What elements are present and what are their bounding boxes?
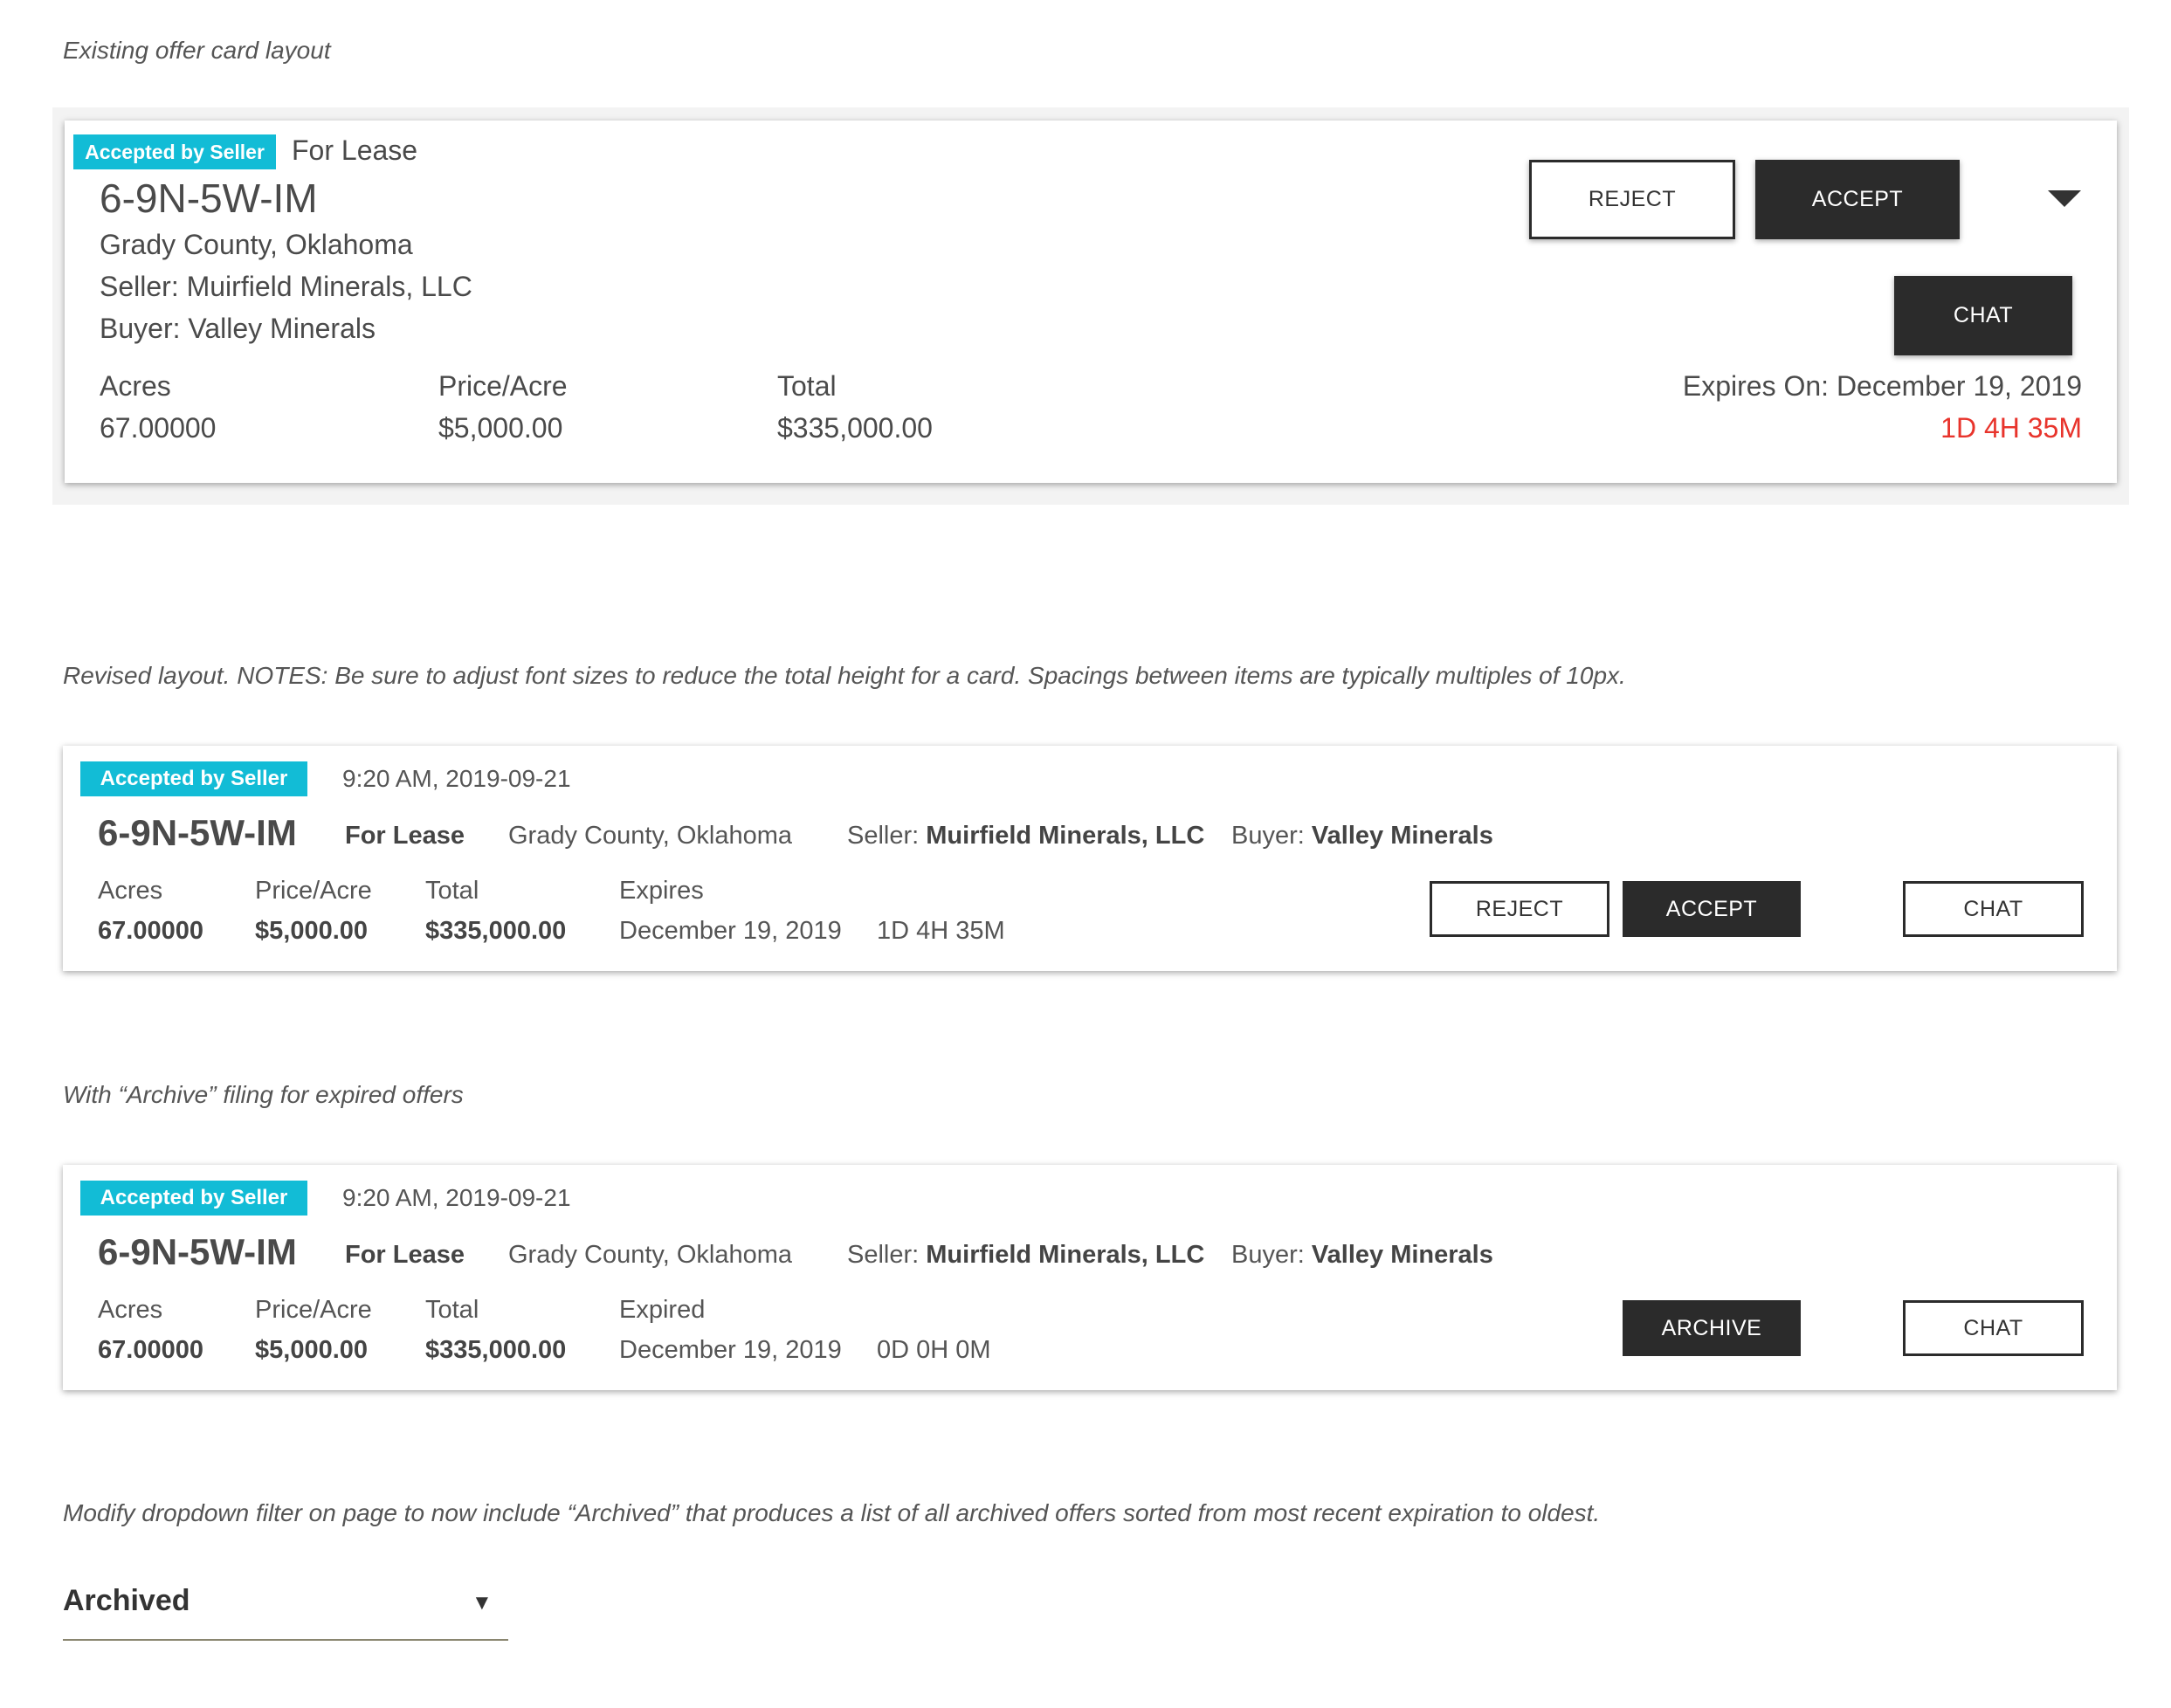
chevron-down-icon: ▼ xyxy=(472,1591,493,1615)
price-value: $5,000.00 xyxy=(255,917,369,945)
buyer-value: Valley Minerals xyxy=(1311,822,1493,850)
price-label: Price/Acre xyxy=(438,370,568,402)
total-value: $335,000.00 xyxy=(777,412,933,444)
note-dropdown: Modify dropdown filter on page to now in… xyxy=(63,1499,1601,1526)
note-revised-layout: Revised layout. NOTES: Be sure to adjust… xyxy=(63,662,1626,689)
accept-button[interactable]: ACCEPT xyxy=(1755,160,1960,239)
seller-value: Muirfield Minerals, LLC xyxy=(926,822,1205,850)
note-archive: With “Archive” filing for expired offers xyxy=(63,1081,464,1108)
countdown: 1D 4H 35M xyxy=(877,917,1005,945)
offer-type: For Lease xyxy=(292,134,418,166)
accept-button[interactable]: ACCEPT xyxy=(1623,881,1801,937)
dropdown-underline xyxy=(63,1639,508,1641)
expired-date: December 19, 2019 xyxy=(619,1336,842,1364)
chat-button[interactable]: CHAT xyxy=(1894,276,2072,355)
price-value: $5,000.00 xyxy=(438,412,563,444)
existing-offer-card: Accepted by Seller For Lease 6-9N-5W-IM … xyxy=(65,121,2117,483)
total-label: Total xyxy=(425,877,479,905)
offer-title: 6-9N-5W-IM xyxy=(98,1231,297,1272)
countdown: 1D 4H 35M xyxy=(1940,412,2082,444)
price-value: $5,000.00 xyxy=(255,1336,369,1364)
note-existing-layout: Existing offer card layout xyxy=(63,37,331,64)
price-label: Price/Acre xyxy=(255,1296,372,1324)
seller-label: Seller: xyxy=(847,1241,920,1269)
seller: Seller: Muirfield Minerals, LLC xyxy=(847,822,1204,851)
county: Grady County, Oklahoma xyxy=(100,229,413,260)
county: Grady County, Oklahoma xyxy=(508,1241,793,1269)
seller-label: Seller: xyxy=(847,822,920,850)
acres-value: 67.00000 xyxy=(98,917,203,945)
buyer: Buyer: Valley Minerals xyxy=(1231,822,1493,851)
total-value: $335,000.00 xyxy=(425,917,567,945)
offer-type: For Lease xyxy=(345,1241,465,1269)
expires-on: Expires On: December 19, 2019 xyxy=(1682,370,2082,402)
revised-offer-card: Accepted by Seller 9:20 AM, 2019-09-21 6… xyxy=(63,746,2117,971)
buyer-value: Valley Minerals xyxy=(1311,1241,1493,1269)
countdown: 0D 0H 0M xyxy=(877,1336,991,1364)
archive-offer-card: Accepted by Seller 9:20 AM, 2019-09-21 6… xyxy=(63,1165,2117,1390)
filter-dropdown-value: Archived xyxy=(63,1584,190,1617)
total-label: Total xyxy=(777,370,837,402)
buyer-label: Buyer: xyxy=(1231,1241,1305,1269)
chat-button[interactable]: CHAT xyxy=(1903,1300,2084,1356)
acres-value: 67.00000 xyxy=(100,412,217,444)
total-value: $335,000.00 xyxy=(425,1336,567,1364)
caret-down-icon[interactable] xyxy=(2048,190,2081,207)
county: Grady County, Oklahoma xyxy=(508,822,793,850)
expires-label: Expires xyxy=(619,877,704,905)
offer-timestamp: 9:20 AM, 2019-09-21 xyxy=(342,1184,571,1211)
acres-value: 67.00000 xyxy=(98,1336,203,1364)
expires-date: December 19, 2019 xyxy=(619,917,842,945)
price-label: Price/Acre xyxy=(255,877,372,905)
buyer-label: Buyer: xyxy=(1231,822,1305,850)
chat-button[interactable]: CHAT xyxy=(1903,881,2084,937)
status-badge: Accepted by Seller xyxy=(73,134,276,169)
seller-value: Muirfield Minerals, LLC xyxy=(926,1241,1205,1269)
expired-label: Expired xyxy=(619,1296,706,1324)
buyer: Buyer: Valley Minerals xyxy=(100,313,376,344)
total-label: Total xyxy=(425,1296,479,1324)
acres-label: Acres xyxy=(100,370,171,402)
buyer: Buyer: Valley Minerals xyxy=(1231,1241,1493,1270)
acres-label: Acres xyxy=(98,877,163,905)
reject-button[interactable]: REJECT xyxy=(1430,881,1609,937)
filter-dropdown[interactable]: Archived ▼ xyxy=(63,1579,508,1636)
offer-type: For Lease xyxy=(345,822,465,850)
archive-button[interactable]: ARCHIVE xyxy=(1623,1300,1801,1356)
reject-button[interactable]: REJECT xyxy=(1529,160,1735,239)
offer-title: 6-9N-5W-IM xyxy=(100,176,318,221)
status-badge: Accepted by Seller xyxy=(80,761,307,796)
seller: Seller: Muirfield Minerals, LLC xyxy=(847,1241,1204,1270)
seller: Seller: Muirfield Minerals, LLC xyxy=(100,271,472,302)
acres-label: Acres xyxy=(98,1296,163,1324)
offer-title: 6-9N-5W-IM xyxy=(98,812,297,853)
offer-timestamp: 9:20 AM, 2019-09-21 xyxy=(342,765,571,792)
status-badge: Accepted by Seller xyxy=(80,1181,307,1216)
